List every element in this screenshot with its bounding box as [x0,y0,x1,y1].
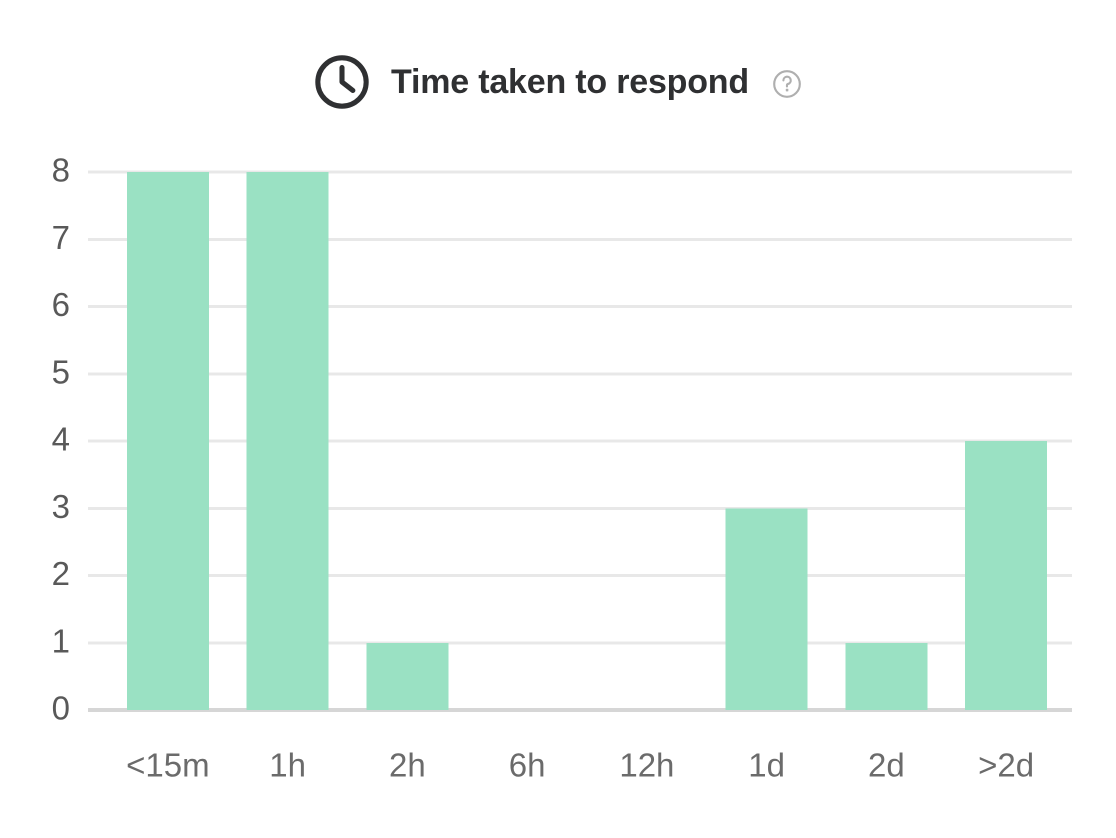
gridlines-group [88,170,1072,712]
bar[interactable] [246,172,329,710]
y-axis-tick-label: 0 [52,690,70,727]
bar[interactable] [845,642,928,710]
bar[interactable] [366,642,449,710]
bar[interactable] [725,508,808,710]
y-axis-tick-label: 3 [52,488,70,525]
x-axis-tick-label: <15m [126,747,209,784]
x-axis-tick-label: 12h [619,747,674,784]
x-axis-tick-label: 1d [748,747,785,784]
bar[interactable] [965,441,1048,710]
bar[interactable] [126,172,209,710]
x-axis-tick-label: >2d [978,747,1034,784]
time-taken-to-respond-chart-widget: Time taken to respond 012345678 <15m 1h 2h… [0,0,1116,838]
y-axis-tick-label: 4 [52,421,70,458]
x-axis-tick-label: 6h [509,747,546,784]
y-axis-tick-labels: 0 1 2 3 4 5 6 7 8 [52,152,70,727]
y-axis-tick-label: 5 [52,353,70,390]
x-axis-tick-labels: <15m 1h 2h 6h 12h 1d 2d >2d [126,747,1034,784]
y-axis-tick-label: 6 [52,286,70,323]
y-axis-tick-label: 1 [52,622,70,659]
y-axis-tick-label: 7 [52,219,70,256]
x-axis-tick-label: 1h [269,747,306,784]
y-axis-tick-label: 8 [52,152,70,189]
bar-chart-svg: 0 1 2 3 4 5 6 7 8 <15m 1h 2h 6h 12h 1d 2d >2d [52,152,1072,784]
x-axis-tick-label: 2d [868,747,905,784]
y-axis-tick-label: 2 [52,555,70,592]
chart-plot-area: 0 1 2 3 4 5 6 7 8 <15m 1h 2h 6h 12h 1d 2d >2d [0,0,1116,838]
x-axis-tick-label: 2h [389,747,426,784]
